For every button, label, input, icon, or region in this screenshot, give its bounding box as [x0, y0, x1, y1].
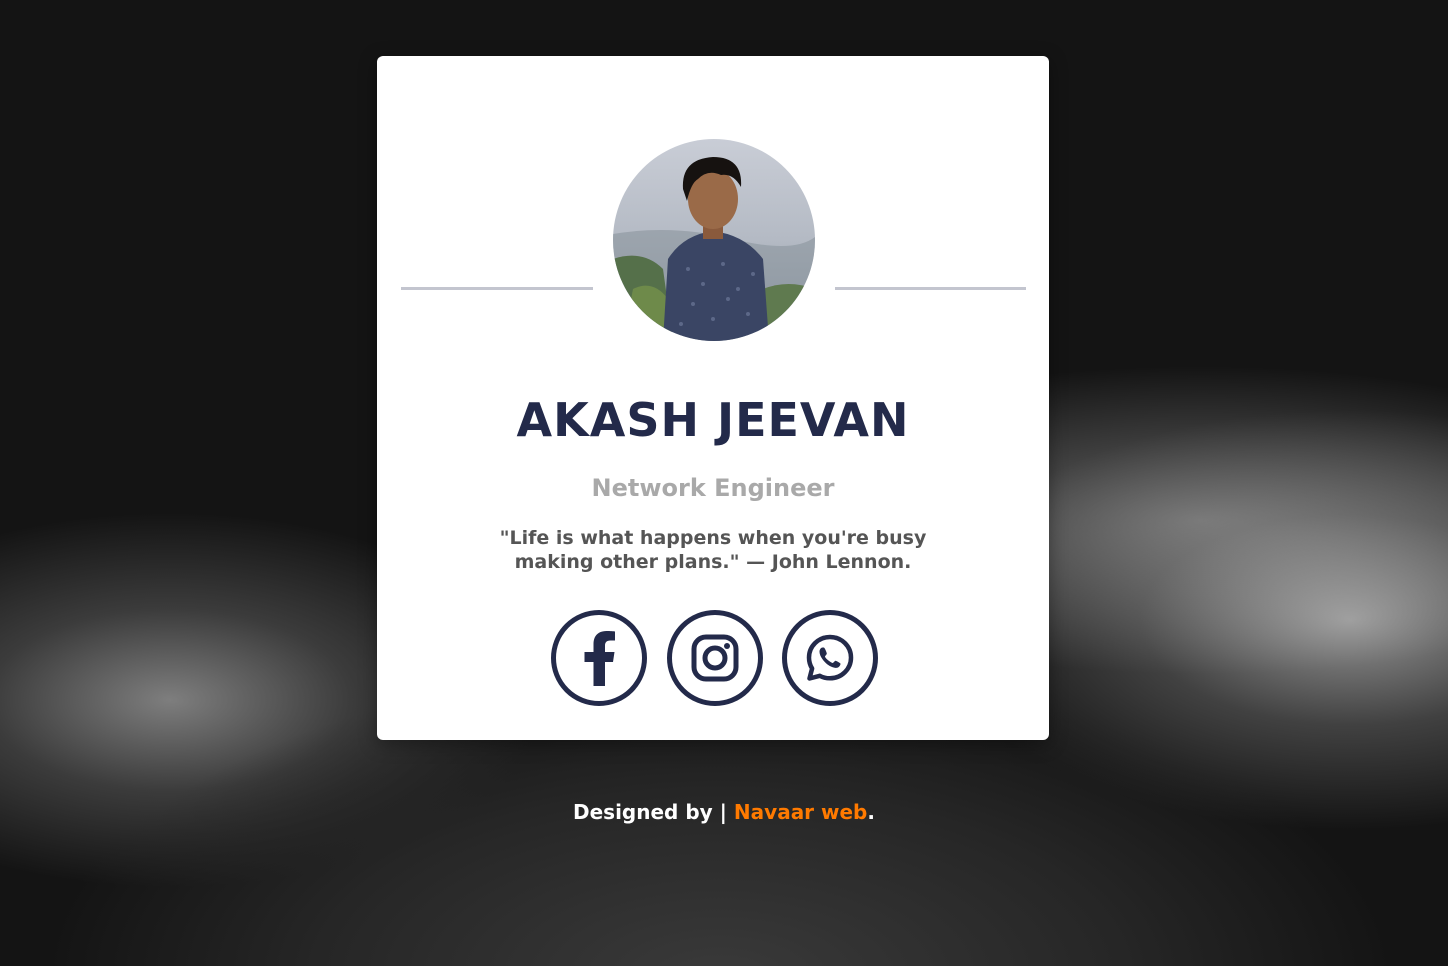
- social-links: [551, 610, 878, 706]
- profile-card: AKASH JEEVAN Network Engineer "Life is w…: [377, 56, 1049, 740]
- footer-credit: Designed by | Navaar web.: [0, 798, 1448, 826]
- instagram-icon: [691, 634, 739, 682]
- facebook-icon: [584, 631, 615, 686]
- footer-suffix: .: [867, 800, 875, 824]
- divider-left: [401, 287, 593, 290]
- facebook-link[interactable]: [551, 610, 647, 706]
- footer-link[interactable]: Navaar web: [734, 800, 867, 824]
- profile-quote: "Life is what happens when you're busy m…: [499, 527, 927, 573]
- profile-name: AKASH JEEVAN: [516, 393, 910, 447]
- whatsapp-link[interactable]: [782, 610, 878, 706]
- instagram-link[interactable]: [667, 610, 763, 706]
- profile-title: Network Engineer: [591, 474, 835, 502]
- divider-right: [835, 287, 1026, 290]
- avatar: [613, 139, 815, 341]
- footer-prefix: Designed by |: [573, 800, 734, 824]
- whatsapp-icon: [806, 634, 854, 681]
